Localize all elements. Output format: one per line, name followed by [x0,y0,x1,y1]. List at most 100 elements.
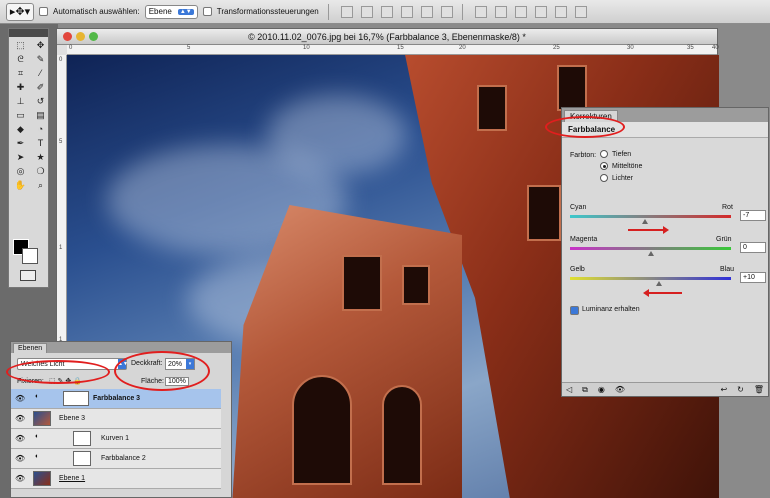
healing-tool-icon[interactable]: ✚ [11,81,30,94]
transform-controls-checkbox[interactable] [202,7,212,16]
dodge-tool-icon[interactable]: ◔ [31,123,50,136]
back-icon[interactable]: ◁ [566,385,572,394]
lock-icons[interactable]: ⬚ ✎ ✥ 🔒 [49,377,82,385]
adjustment-layer-icon: ◐ [35,433,40,440]
align-right-icon[interactable] [440,5,453,18]
opacity-label: Deckkraft: [131,360,163,367]
brush-tool-icon[interactable]: ✐ [31,81,50,94]
cyan-red-value[interactable]: -7 [740,210,766,221]
blend-mode-select[interactable]: Weiches Licht ▲▼ [17,358,128,370]
layer-row[interactable]: 👁 ◐ Farbbalance 2 [11,449,221,469]
lasso-tool-icon[interactable]: ᘓ [11,53,30,66]
crop-tool-icon[interactable]: ⌗ [11,67,30,80]
options-bar: ▸✥▾ Automatisch auswählen: Ebene ▲▼ Trans… [0,0,770,24]
layer-row[interactable]: 👁 ◐ Farbbalance 3 [11,389,221,409]
tone-radio-midtones[interactable] [600,162,608,170]
stamp-tool-icon[interactable]: ⊥ [11,95,30,108]
document-titlebar: © 2010.11.02_0076.jpg bei 16,7% (Farbbal… [57,29,717,45]
document-title: © 2010.11.02_0076.jpg bei 16,7% (Farbbal… [248,31,526,42]
eye-icon[interactable]: 👁 [15,454,25,463]
tone-radio-highlights[interactable] [600,174,608,182]
history-brush-icon[interactable]: ↺ [31,95,50,108]
eye-icon[interactable]: 👁 [15,474,25,483]
layer-mask-thumbnail[interactable] [63,391,89,406]
clip-layer-icon[interactable]: ⧉ [582,385,588,395]
magenta-green-slider[interactable] [570,247,731,250]
distribute-right-icon[interactable] [574,5,587,18]
layer-mask-thumbnail[interactable] [73,451,91,466]
layer-row[interactable]: 👁 ◐ Kurven 1 [11,429,221,449]
magenta-green-value[interactable]: 0 [740,242,766,253]
toolbox: ⬚ ✥ ᘓ ✎ ⌗ ⁄ ✚ ✐ ⊥ ↺ ▭ ▤ ◆ ◔ ✒ T ➤ ★ ◎ ❍ … [8,28,49,288]
tab-korrekturen[interactable]: Korrekturen [564,110,618,122]
eye-icon[interactable]: 👁 [15,394,25,403]
layer-row[interactable]: 👁 Ebene 3 [11,409,221,429]
layer-mask-thumbnail[interactable] [73,431,91,446]
adjustments-footer: ◁ ⧉ ◉ 👁 ↩ ↻ 🗑 [562,382,768,396]
auto-select-label: Automatisch auswählen: [53,7,140,16]
marquee-tool-icon[interactable]: ⬚ [11,39,30,52]
tone-radio-shadows[interactable] [600,150,608,158]
yellow-blue-slider[interactable] [570,277,731,280]
tab-ebenen[interactable]: Ebenen [13,343,48,353]
eraser-tool-icon[interactable]: ▭ [11,109,30,122]
quick-select-tool-icon[interactable]: ✎ [31,53,50,66]
visibility-icon[interactable]: ◉ [598,385,605,394]
close-icon[interactable] [63,32,72,41]
quick-mask-icon[interactable] [20,270,36,281]
distribute-vcenter-icon[interactable] [494,5,507,18]
move-tool-icon[interactable]: ✥ [31,39,50,52]
yellow-blue-value[interactable]: +10 [740,272,766,283]
preserve-luminosity-checkbox[interactable] [570,306,579,315]
layer-thumbnail[interactable] [33,471,51,486]
pen-tool-icon[interactable]: ✒ [11,137,30,150]
layer-thumbnail[interactable] [33,411,51,426]
adjustment-heading: Farbbalance [562,122,768,138]
auto-select-dropdown[interactable]: Ebene ▲▼ [144,4,198,19]
yellow-blue-slider-handle[interactable] [655,281,662,286]
trash-icon[interactable]: 🗑 [754,385,764,394]
tone-label: Farbton: [570,152,597,159]
zoom-icon[interactable] [89,32,98,41]
layers-panel: Ebenen Weiches Licht ▲▼ Deckkraft: 20% ▾ F… [10,341,232,498]
3d-rotate-tool-icon[interactable]: ◎ [11,165,30,178]
cyan-red-slider[interactable] [570,215,731,218]
type-tool-icon[interactable]: T [31,137,50,150]
move-tool-preset[interactable]: ▸✥▾ [6,2,34,21]
eyedropper-tool-icon[interactable]: ⁄ [31,67,50,80]
minimize-icon[interactable] [76,32,85,41]
align-bottom-icon[interactable] [380,5,393,18]
reset-icon[interactable]: ↻ [737,385,744,394]
annotation-arrow-right [628,226,669,234]
previous-state-icon[interactable]: 👁 [615,385,625,394]
3d-orbit-tool-icon[interactable]: ❍ [31,165,50,178]
auto-select-checkbox[interactable] [39,7,48,16]
distribute-bottom-icon[interactable] [514,5,527,18]
adjustment-layer-icon: ◐ [35,453,40,460]
zoom-tool-icon[interactable]: ⌕ [31,179,50,192]
align-left-icon[interactable] [400,5,413,18]
distribute-left-icon[interactable] [534,5,547,18]
annotation-arrow-left [643,289,682,297]
path-select-tool-icon[interactable]: ➤ [11,151,30,164]
clip-icon[interactable]: ↩ [720,385,727,394]
align-top-icon[interactable] [340,5,353,18]
shape-tool-icon[interactable]: ★ [31,151,50,164]
blur-tool-icon[interactable]: ◆ [11,123,30,136]
eye-icon[interactable]: 👁 [15,434,25,443]
align-hcenter-icon[interactable] [420,5,433,18]
hand-tool-icon[interactable]: ✋ [11,179,30,192]
align-vcenter-icon[interactable] [360,5,373,18]
magenta-green-slider-handle[interactable] [647,251,654,256]
distribute-top-icon[interactable] [474,5,487,18]
background-color-swatch[interactable] [22,248,38,264]
fill-input[interactable]: 100% [165,377,189,386]
gradient-tool-icon[interactable]: ▤ [31,109,50,122]
layer-row[interactable]: 👁 Ebene 1 [11,469,221,489]
distribute-hcenter-icon[interactable] [554,5,567,18]
lock-label: Fixieren: [17,378,44,385]
cyan-red-slider-handle[interactable] [641,219,648,224]
horizontal-ruler[interactable]: 0 5 10 15 20 25 30 35 40 [67,45,719,55]
eye-icon[interactable]: 👁 [15,414,25,423]
opacity-input[interactable]: 20% ▾ [165,358,195,370]
